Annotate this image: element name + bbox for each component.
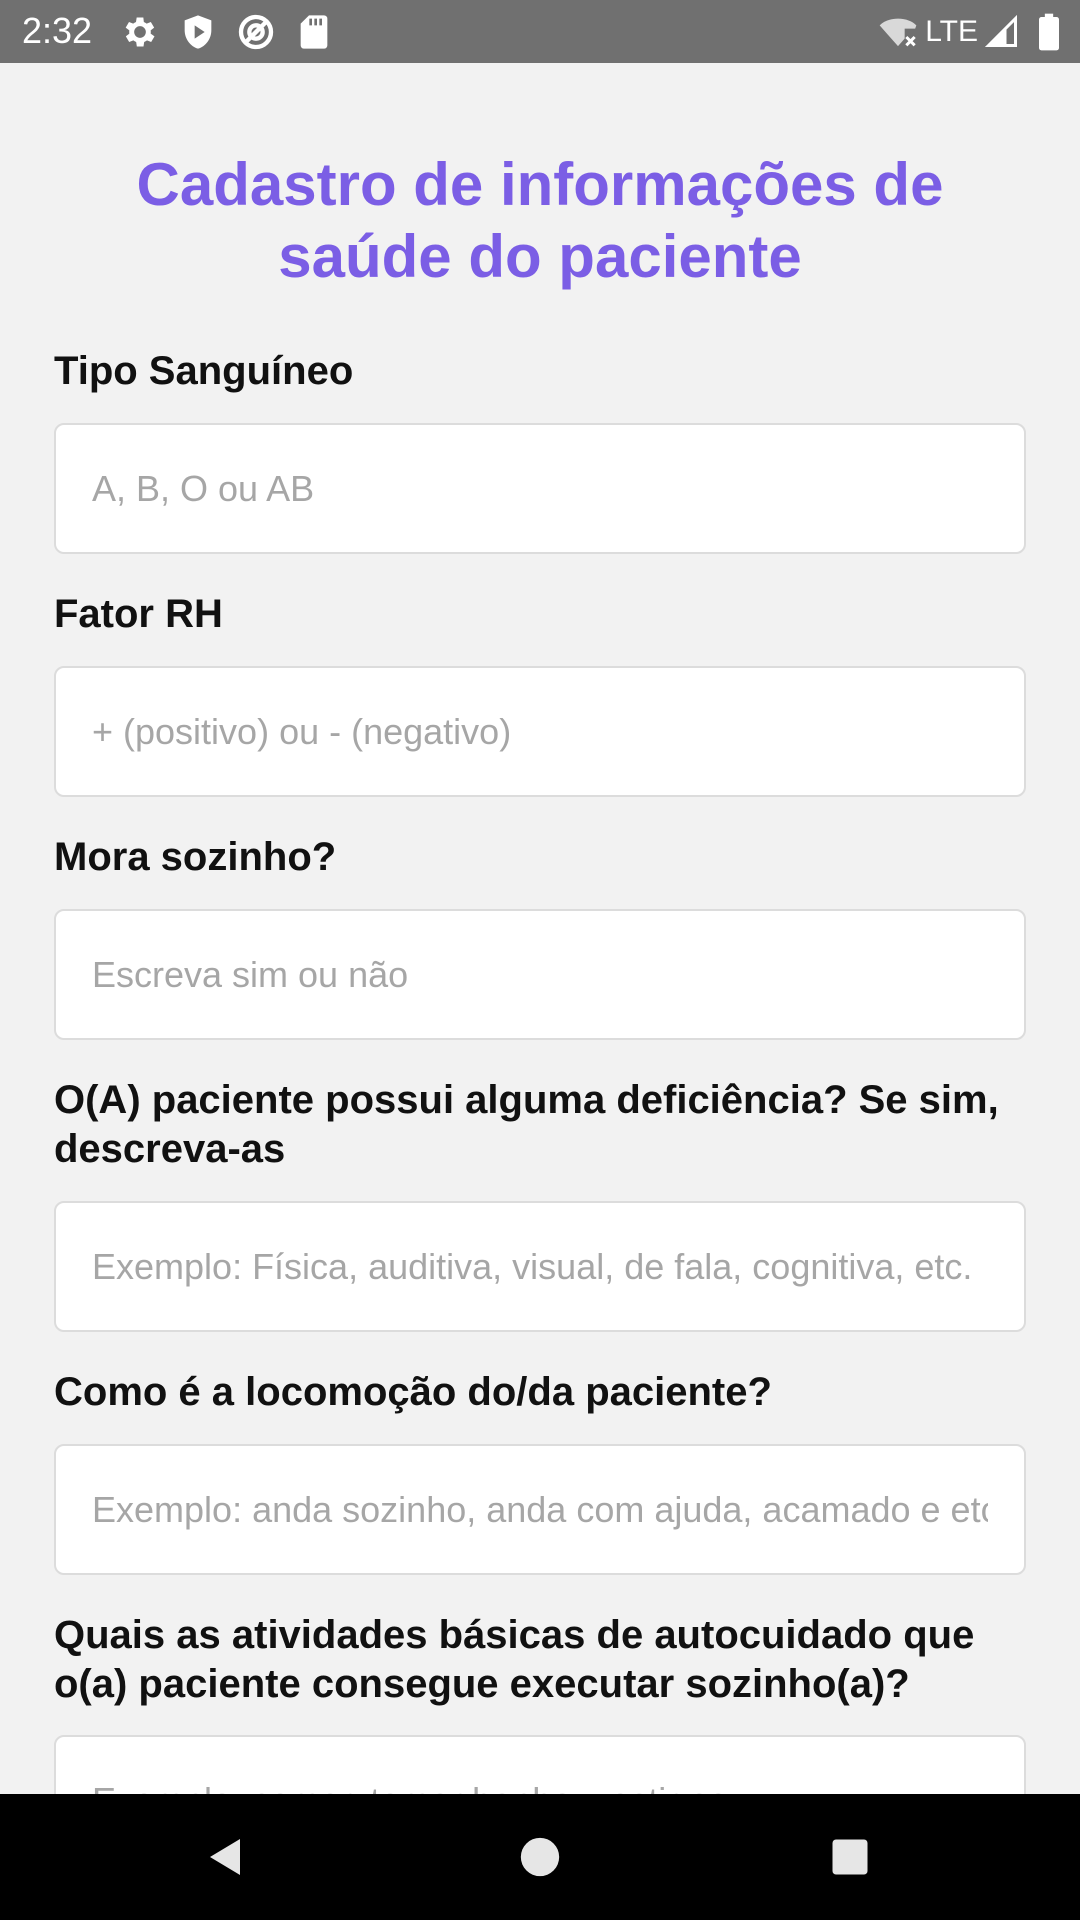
- label-blood-type: Tipo Sanguíneo: [54, 349, 354, 393]
- gear-icon: [125, 17, 155, 47]
- sync-icon: [238, 14, 274, 50]
- label-self-care: Quais as atividades básicas de autocuida…: [54, 1613, 975, 1706]
- network-type: LTE: [925, 15, 978, 48]
- recents-button[interactable]: [790, 1794, 910, 1920]
- notification-icons: [120, 12, 352, 52]
- blood-type-input[interactable]: [54, 423, 1026, 554]
- recents-icon: [832, 1839, 868, 1875]
- signal-icon: [984, 14, 1017, 47]
- home-icon: [520, 1837, 560, 1877]
- shield-icon: [184, 15, 212, 49]
- label-locomotion: Como é a locomoção do/da paciente?: [54, 1370, 772, 1414]
- home-button[interactable]: [480, 1794, 600, 1920]
- back-icon: [210, 1839, 240, 1875]
- lives-alone-input[interactable]: [54, 909, 1026, 1040]
- battery-icon: [1039, 13, 1059, 51]
- sd-card-icon: [300, 15, 328, 49]
- label-rh-factor: Fator RH: [54, 592, 223, 636]
- page-title: Cadastro de informações de saúde do paci…: [136, 151, 944, 290]
- navigation-bar: [0, 1794, 1080, 1920]
- system-status-icons: LTE: [877, 12, 1064, 52]
- status-bar: 2:32 LTE: [0, 0, 1080, 63]
- form-scroll-area[interactable]: Cadastro de informações de saúde do paci…: [0, 63, 1080, 1794]
- disability-input[interactable]: [54, 1201, 1026, 1332]
- label-lives-alone: Mora sozinho?: [54, 835, 337, 879]
- label-disability: O(A) paciente possui alguma deficiência?…: [54, 1078, 999, 1171]
- wifi-off-icon: [879, 18, 917, 47]
- locomotion-input[interactable]: [54, 1444, 1026, 1575]
- self-care-input[interactable]: [54, 1735, 1026, 1794]
- rh-factor-input[interactable]: [54, 666, 1026, 797]
- status-time: 2:32: [22, 10, 93, 51]
- back-button[interactable]: [166, 1794, 286, 1920]
